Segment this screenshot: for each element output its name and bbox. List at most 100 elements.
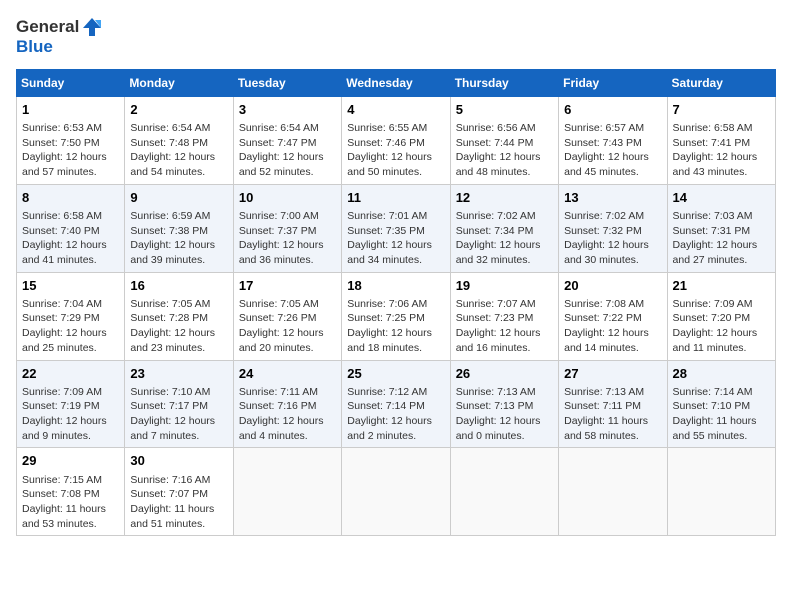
day-number: 12	[456, 189, 553, 207]
day-info-line: Sunset: 7:10 PM	[673, 399, 770, 414]
calendar-day-cell: 26Sunrise: 7:13 AMSunset: 7:13 PMDayligh…	[450, 360, 558, 448]
day-number: 11	[347, 189, 444, 207]
calendar-day-cell	[450, 448, 558, 536]
day-info-line: Sunset: 7:37 PM	[239, 224, 336, 239]
column-header-sunday: Sunday	[17, 69, 125, 96]
logo-general: General	[16, 18, 79, 37]
calendar-week-row: 1Sunrise: 6:53 AMSunset: 7:50 PMDaylight…	[17, 96, 776, 184]
day-number: 22	[22, 365, 119, 383]
calendar-week-row: 15Sunrise: 7:04 AMSunset: 7:29 PMDayligh…	[17, 272, 776, 360]
day-info-line: Sunset: 7:48 PM	[130, 136, 227, 151]
day-info-line: and 54 minutes.	[130, 165, 227, 180]
calendar-week-row: 22 Sunrise: 7:09 AMSunset: 7:19 PM Dayligh…	[17, 360, 776, 448]
day-info-line: Sunset: 7:50 PM	[22, 136, 119, 151]
day-number: 21	[673, 277, 770, 295]
day-info-line: Sunset: 7:25 PM	[347, 311, 444, 326]
day-info-line: and 4 minutes.	[239, 429, 336, 444]
calendar-day-cell: 4Sunrise: 6:55 AMSunset: 7:46 PMDaylight…	[342, 96, 450, 184]
day-info-line: Sunrise: 7:02 AM	[564, 209, 661, 224]
day-number: 8	[22, 189, 119, 207]
day-number: 2	[130, 101, 227, 119]
day-info-line: Daylight: 12 hours	[22, 326, 119, 341]
day-info-line: Sunset: 7:44 PM	[456, 136, 553, 151]
calendar-day-cell: 18Sunrise: 7:06 AMSunset: 7:25 PMDayligh…	[342, 272, 450, 360]
calendar-day-cell: 1Sunrise: 6:53 AMSunset: 7:50 PMDaylight…	[17, 96, 125, 184]
calendar-day-cell: 11 Sunrise: 7:01 AMSunset: 7:35 PMDayligh…	[342, 184, 450, 272]
day-info-line: and 51 minutes.	[130, 517, 227, 532]
day-info-line: Sunrise: 6:55 AM	[347, 121, 444, 136]
day-info-line: Sunrise: 6:57 AM	[564, 121, 661, 136]
day-info-line: and 53 minutes.	[22, 517, 119, 532]
day-number: 25	[347, 365, 444, 383]
day-info-line: and 16 minutes.	[456, 341, 553, 356]
logo-container: General Blue	[16, 16, 103, 57]
day-number: 20	[564, 277, 661, 295]
day-info-line: and 11 minutes.	[673, 341, 770, 356]
day-number: 4	[347, 101, 444, 119]
day-info-line: Sunset: 7:19 PM	[22, 399, 119, 414]
day-info-line: Sunset: 7:38 PM	[130, 224, 227, 239]
day-info-line: Sunrise: 7:02 AM	[456, 209, 553, 224]
day-info-line: Sunrise: 7:01 AM	[347, 209, 444, 224]
day-number: 29	[22, 452, 119, 470]
day-info-line: Sunrise: 7:13 AM	[456, 385, 553, 400]
calendar-day-cell: 28 Sunrise: 7:14 AMSunset: 7:10 PMDayligh…	[667, 360, 775, 448]
day-info-line: and 48 minutes.	[456, 165, 553, 180]
day-info-line: Daylight: 12 hours	[130, 326, 227, 341]
day-info-line: Sunset: 7:26 PM	[239, 311, 336, 326]
day-info-line: Sunset: 7:23 PM	[456, 311, 553, 326]
day-info-line: Sunset: 7:47 PM	[239, 136, 336, 151]
day-info-line: Sunrise: 7:09 AM	[22, 385, 119, 400]
day-info-line: Sunrise: 7:10 AM	[130, 385, 227, 400]
day-info-line: and 9 minutes.	[22, 429, 119, 444]
day-info-line: Daylight: 12 hours	[673, 238, 770, 253]
day-info-line: Sunrise: 7:00 AM	[239, 209, 336, 224]
day-info-line: Daylight: 12 hours	[239, 414, 336, 429]
day-info-line: Daylight: 12 hours	[456, 326, 553, 341]
day-info-line: Sunrise: 7:07 AM	[456, 297, 553, 312]
day-info-line: Sunset: 7:46 PM	[347, 136, 444, 151]
day-info-line: Sunset: 7:31 PM	[673, 224, 770, 239]
day-info-line: and 41 minutes.	[22, 253, 119, 268]
day-number: 24	[239, 365, 336, 383]
day-info-line: Daylight: 11 hours	[130, 502, 227, 517]
day-info-line: Sunrise: 7:14 AM	[673, 385, 770, 400]
day-info-line: Daylight: 12 hours	[130, 414, 227, 429]
column-header-saturday: Saturday	[667, 69, 775, 96]
day-number: 23	[130, 365, 227, 383]
calendar-day-cell: 12 Sunrise: 7:02 AMSunset: 7:34 PMDayligh…	[450, 184, 558, 272]
day-number: 13	[564, 189, 661, 207]
day-info-line: Daylight: 12 hours	[347, 238, 444, 253]
calendar-day-cell: 16Sunrise: 7:05 AMSunset: 7:28 PMDayligh…	[125, 272, 233, 360]
day-info-line: Daylight: 12 hours	[564, 238, 661, 253]
calendar-day-cell	[233, 448, 341, 536]
logo: General Blue	[16, 16, 103, 57]
day-info-line: Daylight: 11 hours	[673, 414, 770, 429]
day-info-line: Sunset: 7:29 PM	[22, 311, 119, 326]
day-info-line: Daylight: 12 hours	[239, 238, 336, 253]
day-info-line: Sunrise: 7:09 AM	[673, 297, 770, 312]
day-number: 28	[673, 365, 770, 383]
day-info-line: Sunrise: 6:58 AM	[22, 209, 119, 224]
day-info-line: Daylight: 12 hours	[130, 150, 227, 165]
day-info-line: and 36 minutes.	[239, 253, 336, 268]
day-info-line: Sunset: 7:28 PM	[130, 311, 227, 326]
day-info-line: Sunset: 7:34 PM	[456, 224, 553, 239]
day-info-line: and 52 minutes.	[239, 165, 336, 180]
day-info-line: Daylight: 12 hours	[456, 238, 553, 253]
calendar-day-cell	[559, 448, 667, 536]
day-info-line: and 34 minutes.	[347, 253, 444, 268]
day-number: 17	[239, 277, 336, 295]
day-info-line: Sunrise: 6:54 AM	[130, 121, 227, 136]
calendar-day-cell	[667, 448, 775, 536]
day-info-line: Daylight: 12 hours	[456, 150, 553, 165]
day-number: 16	[130, 277, 227, 295]
day-info-line: Sunset: 7:07 PM	[130, 487, 227, 502]
day-info-line: Sunrise: 6:58 AM	[673, 121, 770, 136]
day-info-line: Daylight: 12 hours	[239, 150, 336, 165]
day-info-line: Sunrise: 7:08 AM	[564, 297, 661, 312]
day-info-line: Daylight: 12 hours	[347, 326, 444, 341]
day-info-line: Sunset: 7:13 PM	[456, 399, 553, 414]
day-info-line: Sunset: 7:35 PM	[347, 224, 444, 239]
calendar-table: SundayMondayTuesdayWednesdayThursdayFrid…	[16, 69, 776, 537]
